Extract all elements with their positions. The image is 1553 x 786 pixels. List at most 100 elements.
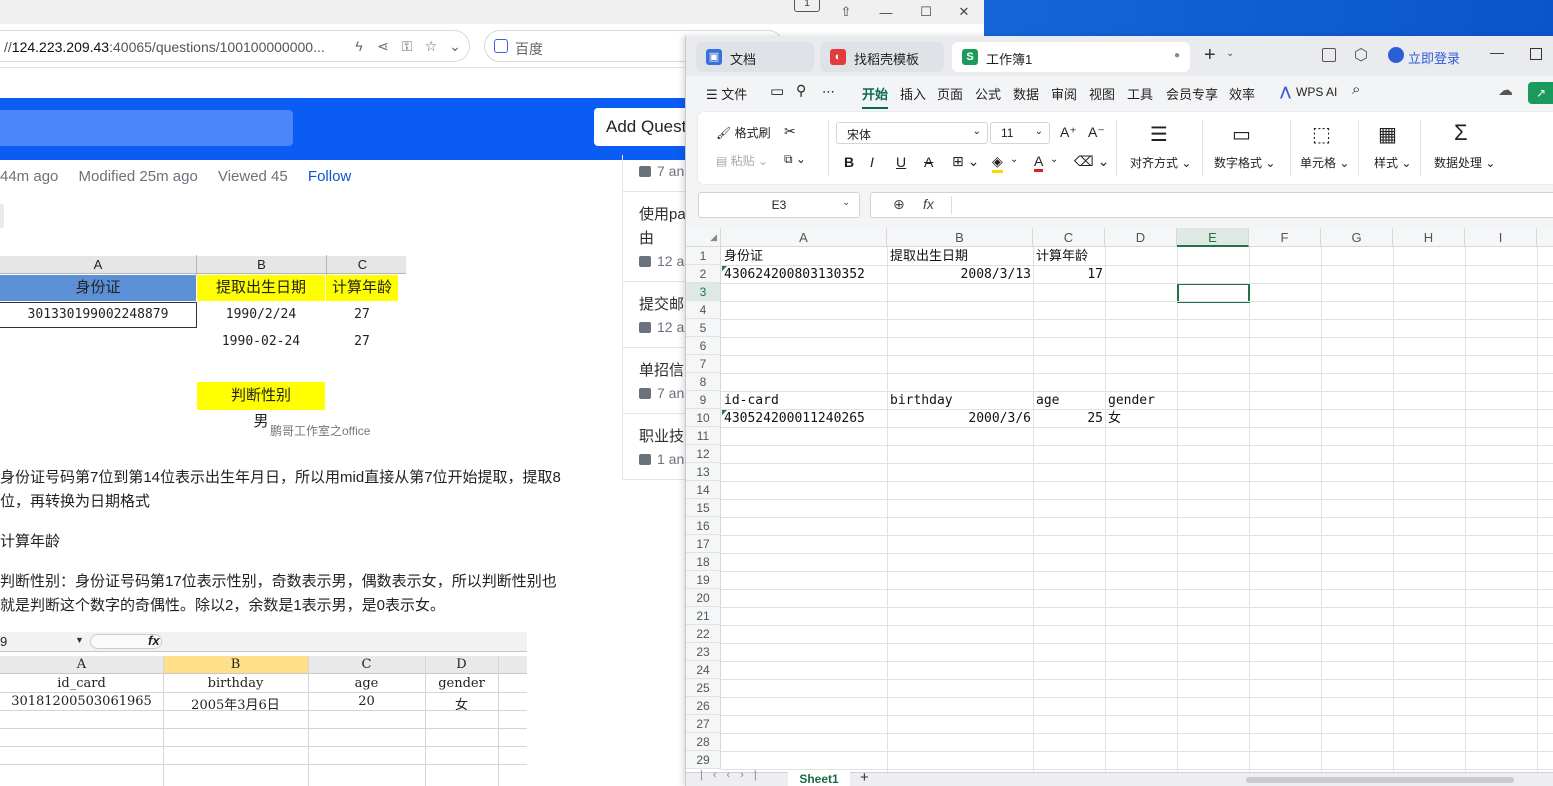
chevron-down-icon[interactable]: ⌄ bbox=[1010, 154, 1018, 165]
align-button[interactable]: 对齐方式 ⌄ bbox=[1130, 154, 1191, 171]
row-header[interactable]: 4 bbox=[686, 301, 721, 319]
menu-file[interactable]: ☰ 文件 bbox=[706, 84, 747, 103]
chevron-down-icon[interactable]: ⌄ bbox=[446, 38, 464, 56]
cell-d10[interactable]: 女 bbox=[1108, 410, 1121, 428]
login-link[interactable]: 立即登录 bbox=[1408, 48, 1460, 67]
name-box[interactable]: E3 bbox=[698, 192, 860, 218]
row-header[interactable]: 15 bbox=[686, 499, 721, 517]
column-header-d[interactable]: D bbox=[1105, 228, 1177, 247]
format-painter-button[interactable]: 🖌 格式刷 bbox=[716, 124, 771, 141]
font-size-select[interactable]: 11 ⌄ bbox=[990, 122, 1050, 144]
wps-minimize-button[interactable]: — bbox=[1490, 44, 1504, 60]
selected-cell-e3[interactable] bbox=[1177, 283, 1250, 303]
minimize-button[interactable]: — bbox=[866, 0, 906, 24]
menu-review[interactable]: 审阅 bbox=[1051, 84, 1077, 103]
share-icon[interactable]: ⋖ bbox=[374, 38, 392, 56]
close-button[interactable]: ✕ bbox=[944, 0, 984, 24]
related-question-link[interactable]: 单招信 bbox=[639, 359, 691, 380]
column-header-a[interactable]: A bbox=[721, 228, 887, 247]
row-header[interactable]: 25 bbox=[686, 679, 721, 697]
row-header[interactable]: 13 bbox=[686, 463, 721, 481]
menu-formula[interactable]: 公式 bbox=[975, 84, 1001, 103]
column-header-f[interactable]: F bbox=[1249, 228, 1321, 247]
cell-b9[interactable]: birthday bbox=[890, 392, 953, 410]
key-icon[interactable]: ⚿ bbox=[398, 38, 416, 56]
lightning-icon[interactable]: ϟ bbox=[350, 38, 368, 56]
user-avatar-icon[interactable] bbox=[1388, 47, 1404, 63]
row-header[interactable]: 1 bbox=[686, 247, 721, 265]
border-icon[interactable]: ⊞ ⌄ bbox=[952, 153, 979, 170]
increase-font-icon[interactable]: A⁺ bbox=[1060, 124, 1077, 141]
menu-insert[interactable]: 插入 bbox=[900, 84, 926, 103]
fx-icon[interactable]: fx bbox=[923, 196, 934, 212]
number-format-icon[interactable]: ▭ bbox=[1232, 122, 1251, 147]
style-icon[interactable]: ▦ bbox=[1378, 122, 1397, 147]
row-header[interactable]: 24 bbox=[686, 661, 721, 679]
tab-templates[interactable]: ◐ 找稻壳模板 bbox=[820, 42, 944, 72]
cloud-upload-icon[interactable]: ☁ bbox=[1498, 81, 1513, 99]
cell-b1[interactable]: 提取出生日期 bbox=[890, 248, 968, 266]
column-header-c[interactable]: C bbox=[1033, 228, 1105, 247]
row-header[interactable]: 5 bbox=[686, 319, 721, 337]
column-header-i[interactable]: I bbox=[1465, 228, 1537, 247]
row-header[interactable]: 2 bbox=[686, 265, 721, 283]
row-header[interactable]: 6 bbox=[686, 337, 721, 355]
cell-c10[interactable]: 25 bbox=[1033, 410, 1103, 428]
horizontal-scrollbar[interactable] bbox=[1246, 777, 1514, 783]
menu-wps-ai[interactable]: WPS AI bbox=[1296, 85, 1337, 99]
search-icon[interactable]: ⌕ bbox=[1352, 81, 1360, 98]
row-header[interactable]: 17 bbox=[686, 535, 721, 553]
related-question-link[interactable]: 提交邮 bbox=[639, 293, 691, 314]
menu-member[interactable]: 会员专享 bbox=[1166, 84, 1218, 103]
tab-documents[interactable]: ▣ 文档 bbox=[696, 42, 814, 72]
row-header[interactable]: 14 bbox=[686, 481, 721, 499]
wps-ai-icon[interactable]: ⋀ bbox=[1280, 84, 1291, 100]
row-header[interactable]: 27 bbox=[686, 715, 721, 733]
font-family-select[interactable]: 宋体 ⌄ bbox=[836, 122, 988, 144]
wps-maximize-button[interactable] bbox=[1530, 48, 1542, 60]
tag-chip[interactable] bbox=[0, 204, 4, 228]
column-header-h[interactable]: H bbox=[1393, 228, 1465, 247]
bold-button[interactable]: B bbox=[844, 154, 854, 170]
menu-tools[interactable]: 工具 bbox=[1127, 84, 1153, 103]
cell-b10[interactable]: 2000/3/6 bbox=[887, 410, 1031, 428]
window-layout-icon[interactable] bbox=[1322, 48, 1336, 62]
save-icon[interactable]: ▭ bbox=[770, 82, 784, 100]
tab-list-chevron-icon[interactable]: ⌄ bbox=[1226, 48, 1234, 59]
row-header[interactable]: 20 bbox=[686, 589, 721, 607]
cell-a10[interactable]: 430524200011240265 bbox=[724, 410, 865, 428]
pin-icon[interactable]: ⇧ bbox=[826, 0, 866, 24]
cell-c1[interactable]: 计算年龄 bbox=[1036, 248, 1088, 266]
url-input[interactable]: //124.223.209.43:40065/questions/1001000… bbox=[0, 30, 470, 62]
strikethrough-button[interactable]: A bbox=[924, 154, 933, 170]
unsaved-dot-icon[interactable]: ● bbox=[1174, 50, 1180, 61]
zoom-icon[interactable]: ⊕ bbox=[893, 196, 905, 213]
related-question-link[interactable]: 使用pa bbox=[639, 203, 691, 224]
row-header[interactable]: 28 bbox=[686, 733, 721, 751]
sheet-nav-arrows-icon[interactable]: |‹‹›| bbox=[700, 769, 767, 781]
follow-link[interactable]: Follow bbox=[308, 168, 351, 185]
tab-workbook[interactable]: S 工作簿1 ● bbox=[952, 42, 1190, 72]
fill-color-icon[interactable]: ◈ bbox=[992, 153, 1003, 173]
menu-data[interactable]: 数据 bbox=[1013, 84, 1039, 103]
related-question-link[interactable]: 职业技 bbox=[639, 425, 691, 446]
cell-c2[interactable]: 17 bbox=[1033, 266, 1103, 284]
formula-input[interactable]: ⊕ fx bbox=[870, 192, 1553, 218]
cell-icon[interactable]: ⬚ bbox=[1312, 122, 1331, 147]
column-header-g[interactable]: G bbox=[1321, 228, 1393, 247]
row-header[interactable]: 10 bbox=[686, 409, 721, 427]
decrease-font-icon[interactable]: A⁻ bbox=[1088, 124, 1105, 141]
menu-view[interactable]: 视图 bbox=[1089, 84, 1115, 103]
row-header[interactable]: 7 bbox=[686, 355, 721, 373]
row-header[interactable]: 26 bbox=[686, 697, 721, 715]
related-question-link[interactable]: 由 bbox=[639, 227, 691, 248]
maximize-button[interactable]: ☐ bbox=[906, 0, 946, 24]
new-tab-plus-icon[interactable]: + bbox=[1204, 44, 1216, 67]
add-sheet-plus-icon[interactable]: + bbox=[860, 769, 869, 786]
cut-icon[interactable]: ✂ bbox=[784, 123, 796, 140]
row-header[interactable]: 3 bbox=[686, 283, 721, 301]
print-preview-icon[interactable]: ⚲ bbox=[796, 82, 806, 99]
cell-a9[interactable]: id-card bbox=[724, 392, 779, 410]
row-header[interactable]: 12 bbox=[686, 445, 721, 463]
number-format-button[interactable]: 数字格式 ⌄ bbox=[1214, 154, 1275, 171]
